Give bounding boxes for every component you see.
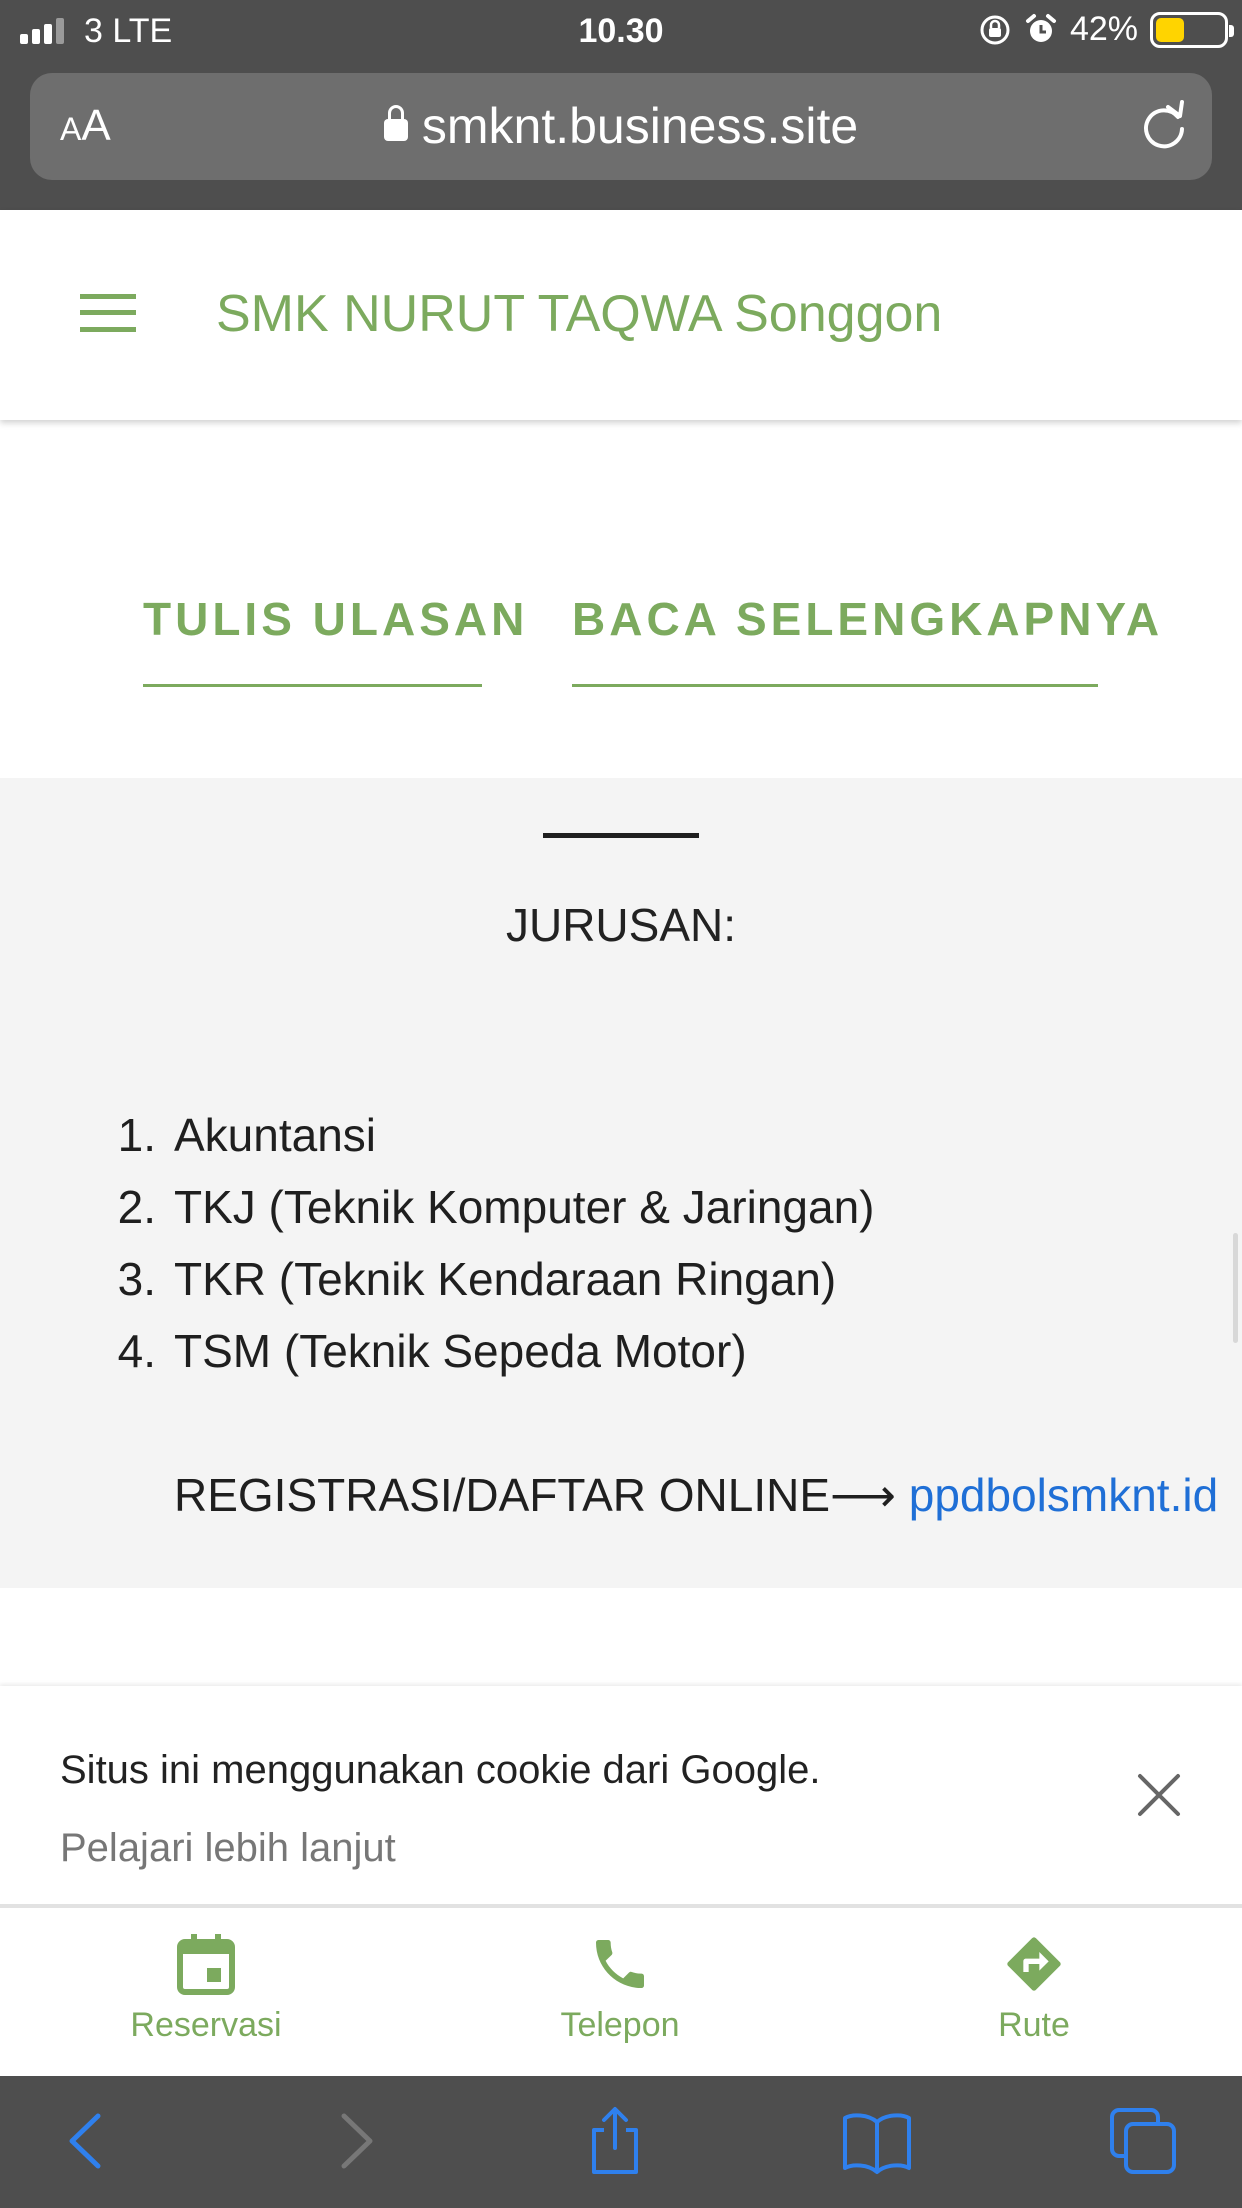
reservation-button[interactable]: Reservasi — [86, 1932, 326, 2045]
registration-text: REGISTRASI/DAFTAR ONLINE — [174, 1469, 831, 1521]
browser-toolbar — [0, 2076, 1242, 2208]
list-item: 4. TSM (Teknik Sepeda Motor) — [117, 1325, 747, 1377]
url-display[interactable]: smknt.business.site — [30, 97, 1212, 155]
orientation-lock-icon — [980, 15, 1010, 44]
registration-line: REGISTRASI/DAFTAR ONLINE⟶ ppdbolsmknt.id — [174, 1468, 1218, 1522]
directions-icon — [1007, 1937, 1061, 1991]
battery-icon — [1150, 11, 1234, 48]
site-header: SMK NURUT TAQWA Songgon — [0, 210, 1242, 420]
share-icon[interactable] — [580, 2106, 650, 2176]
section-title: JURUSAN: — [505, 899, 737, 951]
chevron-right-icon[interactable] — [320, 2106, 390, 2176]
list-item: 2. TKJ (Teknik Komputer & Jaringan) — [117, 1181, 875, 1233]
phone-label: Telepon — [560, 2006, 680, 2044]
site-title[interactable]: SMK NURUT TAQWA Songgon — [216, 284, 942, 344]
chevron-left-icon[interactable] — [52, 2106, 122, 2176]
status-indicators: 42% — [978, 10, 1234, 49]
calendar-icon — [177, 1934, 235, 1995]
route-label: Rute — [998, 2006, 1070, 2044]
registration-link[interactable]: ppdbolsmknt.id — [909, 1469, 1218, 1521]
list-item: 1. Akuntansi — [117, 1109, 377, 1161]
route-button[interactable]: Rute — [914, 1932, 1154, 2045]
hamburger-icon[interactable] — [80, 294, 136, 332]
alarm-icon — [1025, 13, 1056, 42]
cookie-notice: Situs ini menggunakan cookie dari Google… — [0, 1686, 1242, 1904]
status-bar: 3 LTE 10.30 42% — [0, 0, 1242, 62]
lock-icon — [383, 105, 408, 141]
section-divider — [543, 833, 699, 838]
action-bar: Reservasi Telepon Rute — [0, 1904, 1242, 2076]
browser-top-bar: 3 LTE 10.30 42% AA smknt.business.site — [0, 0, 1242, 210]
phone-icon — [596, 1940, 644, 1988]
phone-button[interactable]: Telepon — [500, 1932, 740, 2045]
book-icon[interactable] — [842, 2106, 912, 2176]
url-text: smknt.business.site — [421, 98, 859, 154]
read-more-underline — [572, 684, 1098, 687]
reload-icon[interactable] — [1138, 99, 1190, 151]
cookie-message: Situs ini menggunakan cookie dari Google… — [60, 1748, 821, 1792]
majors-list: 1. Akuntansi 2. TKJ (Teknik Komputer & Jar… — [110, 1108, 875, 1396]
learn-more-link[interactable]: Pelajari lebih lanjut — [60, 1826, 396, 1871]
close-icon[interactable] — [1136, 1772, 1182, 1818]
read-more-link[interactable]: BACA SELENGKAPNYA — [572, 592, 1163, 646]
battery-percent: 42% — [1069, 10, 1138, 48]
address-bar[interactable]: AA smknt.business.site — [30, 73, 1212, 180]
arrow-icon: ⟶ — [830, 1469, 909, 1521]
list-item: 3. TKR (Teknik Kendaraan Ringan) — [117, 1253, 837, 1305]
tabs-icon[interactable] — [1108, 2106, 1178, 2176]
majors-section: JURUSAN: 1. Akuntansi 2. TKJ (Teknik Kompu… — [0, 778, 1242, 1588]
battery-level — [1156, 17, 1184, 42]
write-review-link[interactable]: TULIS ULASAN — [143, 592, 528, 646]
reservation-label: Reservasi — [130, 2006, 282, 2044]
write-review-underline — [143, 684, 482, 687]
scroll-indicator[interactable] — [1233, 1233, 1238, 1343]
